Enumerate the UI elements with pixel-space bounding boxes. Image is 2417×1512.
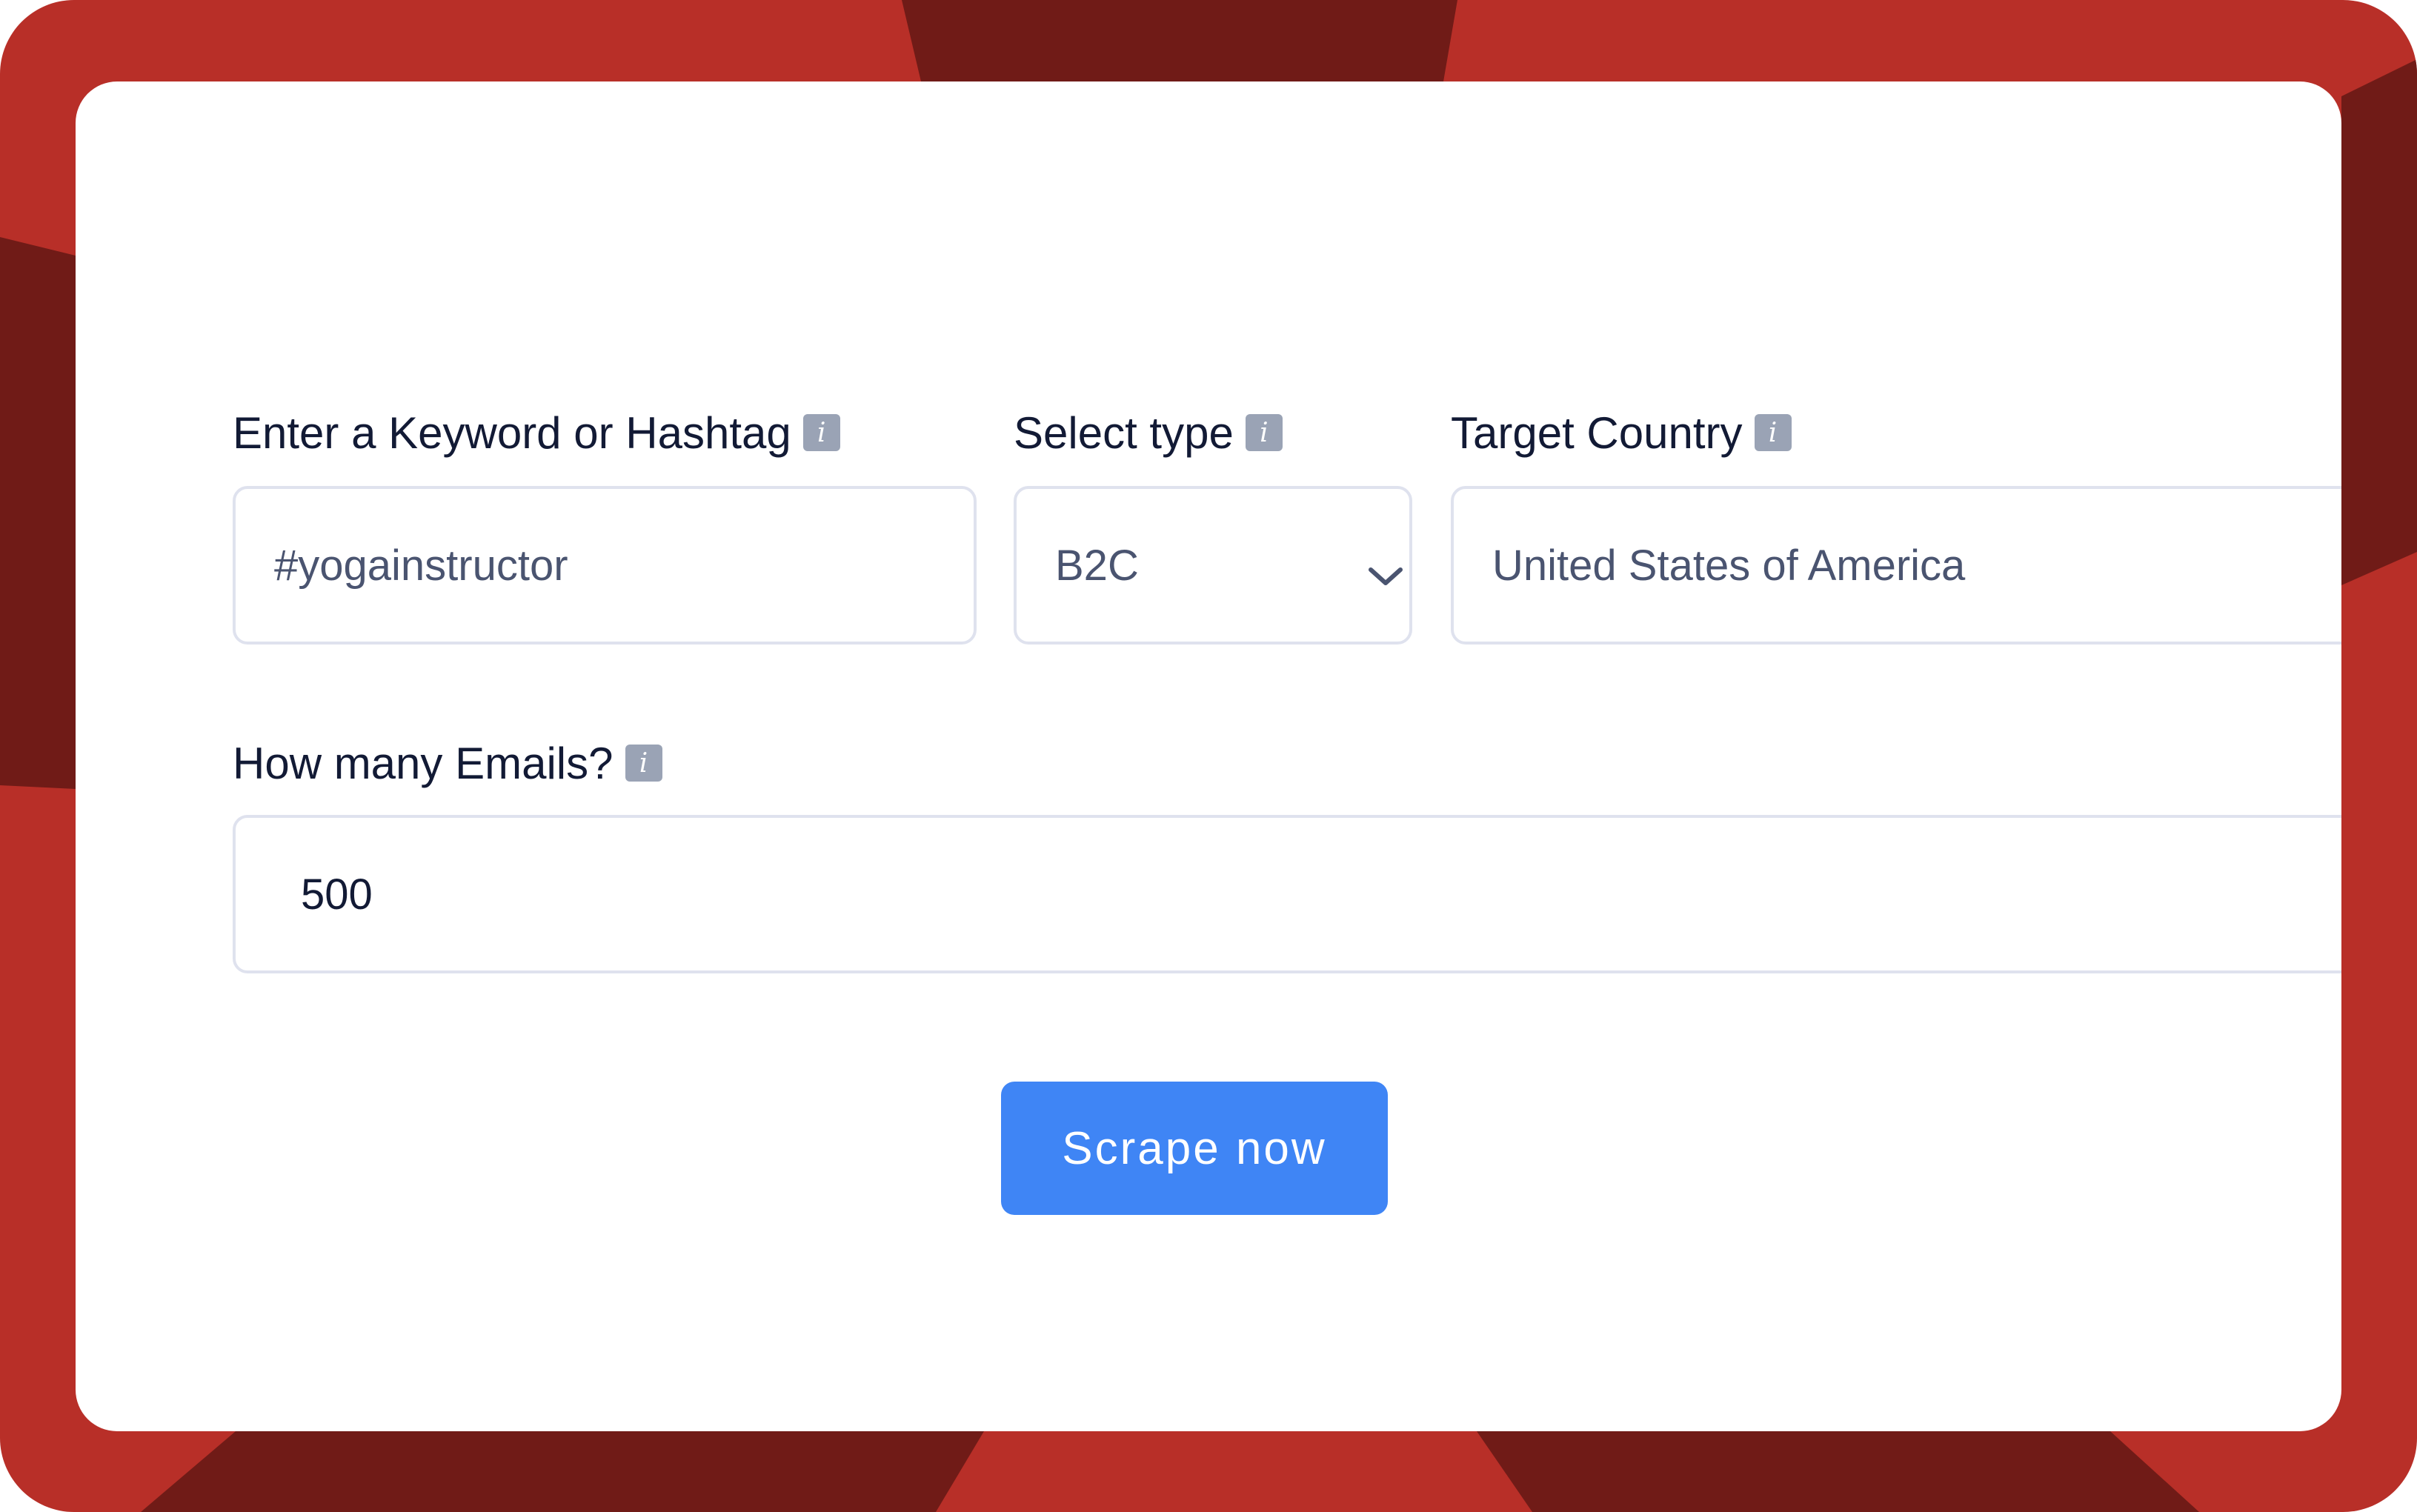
type-label-text: Select type [1014,407,1234,458]
emails-input[interactable]: 500 [233,815,2341,973]
scrape-now-button[interactable]: Scrape now [1001,1082,1388,1215]
country-input[interactable]: United States of America [1451,486,2341,645]
info-icon[interactable]: i [625,745,662,782]
country-label: Target Country i [1451,403,1792,462]
background-frame: Enter a Keyword or Hashtag i #yogainstru… [0,0,2417,1512]
type-label: Select type i [1014,403,1283,462]
form-card: Enter a Keyword or Hashtag i #yogainstru… [76,81,2341,1431]
keyword-label-text: Enter a Keyword or Hashtag [233,407,791,458]
country-label-text: Target Country [1451,407,1743,458]
keyword-input[interactable]: #yogainstructor [233,486,977,645]
keyword-input-value: #yogainstructor [274,541,568,590]
emails-label: How many Emails? i [233,733,662,793]
emails-label-text: How many Emails? [233,738,614,788]
keyword-label: Enter a Keyword or Hashtag i [233,403,840,462]
info-icon[interactable]: i [802,414,840,451]
emails-input-value: 500 [301,870,373,919]
country-input-value: United States of America [1492,541,1966,590]
info-icon[interactable]: i [1245,414,1283,451]
type-select-value: B2C [1055,541,1139,590]
type-select[interactable]: B2C [1014,486,1412,645]
info-icon[interactable]: i [1754,414,1792,451]
